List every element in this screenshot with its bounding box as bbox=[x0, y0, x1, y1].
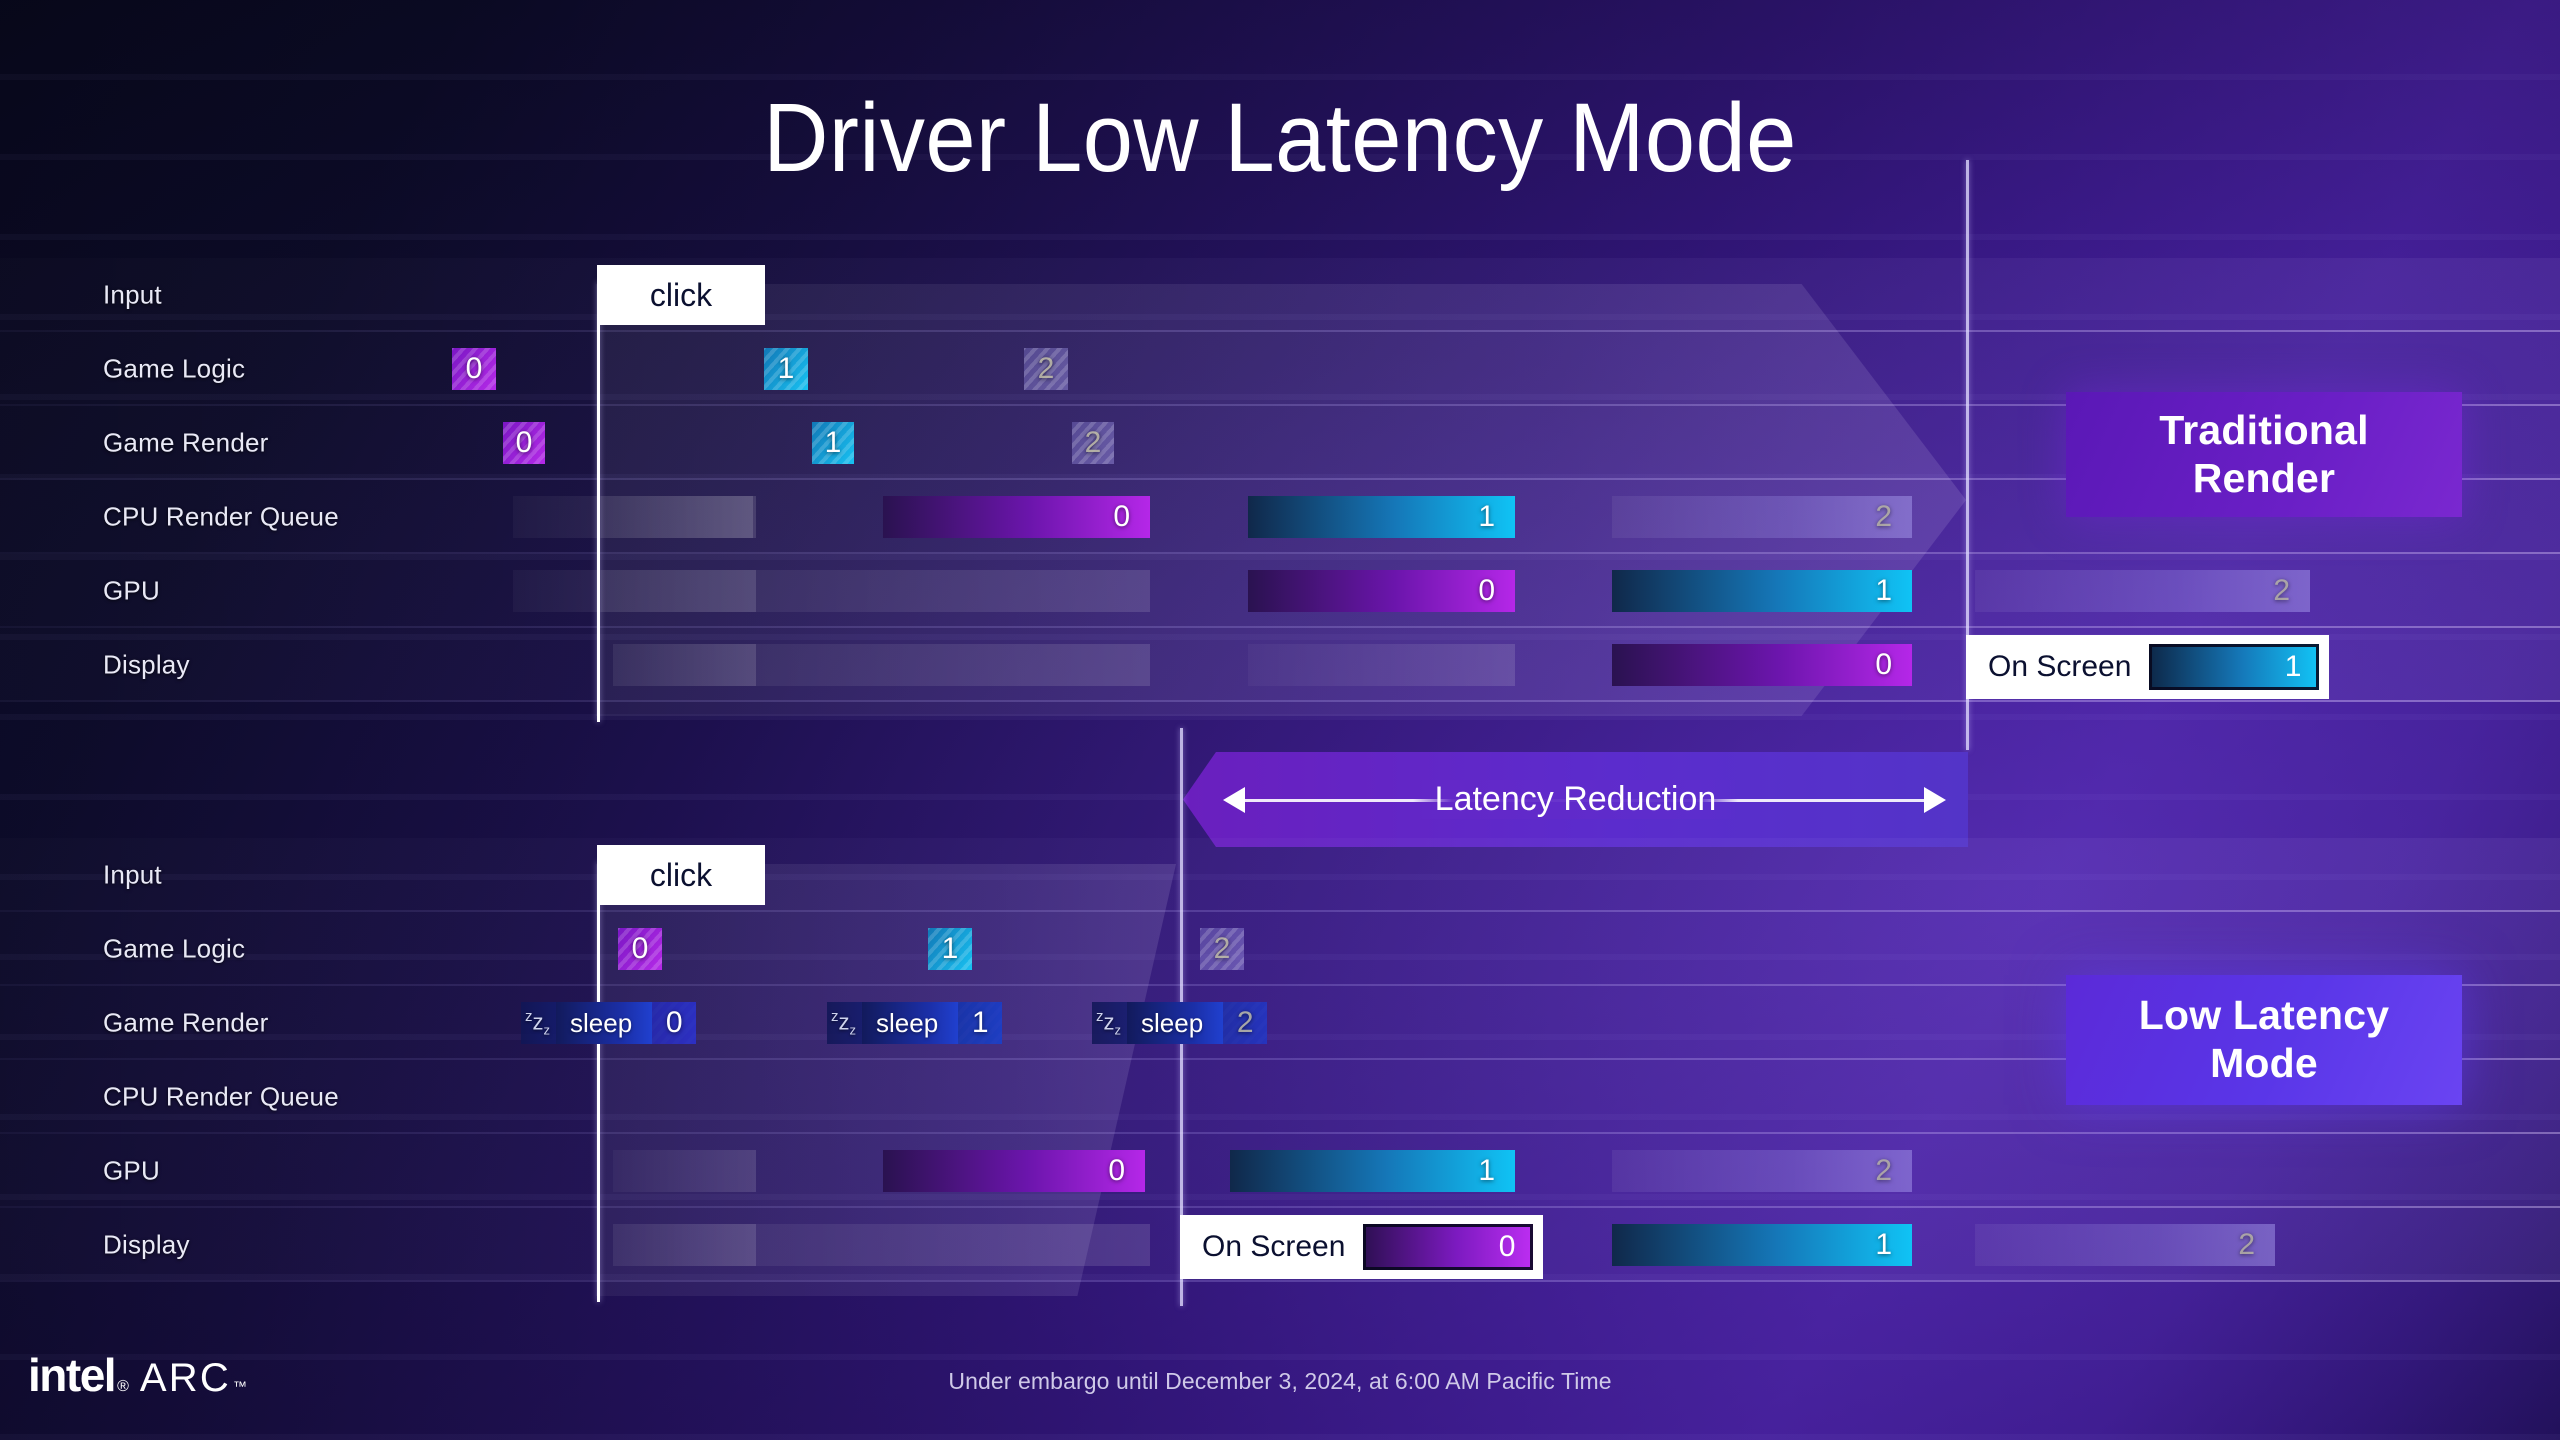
display-bar-placeholder bbox=[613, 1224, 1150, 1266]
on-screen-label: On Screen bbox=[1202, 1230, 1346, 1263]
row-divider bbox=[0, 1280, 2560, 1282]
row-label-cpu-render-queue: CPU Render Queue bbox=[103, 501, 339, 532]
sleep-pill-body: sleep bbox=[556, 1002, 653, 1044]
row-input: Input bbox=[0, 258, 2560, 332]
on-screen-bar-0: 0 bbox=[1363, 1224, 1534, 1270]
embargo-notice: Under embargo until December 3, 2024, at… bbox=[948, 1368, 1612, 1394]
row-label-cpu-render-queue: CPU Render Queue bbox=[103, 1081, 339, 1112]
row-input: Input bbox=[0, 838, 2560, 912]
row-label-input: Input bbox=[103, 859, 162, 890]
click-label: click bbox=[649, 276, 713, 313]
latency-reduction-label: Latency Reduction bbox=[1412, 780, 1739, 819]
gpu-bar-1: 1 bbox=[1612, 570, 1912, 612]
badge-low-latency-mode: Low Latency Mode bbox=[2066, 975, 2462, 1105]
badge-traditional-render: Traditional Render bbox=[2066, 392, 2462, 517]
row-label-game-render: Game Render bbox=[103, 1007, 269, 1038]
sleep-pill-body: sleep bbox=[862, 1002, 959, 1044]
latency-reduction-annotation: Latency Reduction bbox=[1183, 752, 1968, 847]
frame-block-gamelogic-0: 0 bbox=[618, 928, 662, 970]
cpu-queue-bar-1: 1 bbox=[1248, 496, 1515, 538]
gpu-bar-1: 1 bbox=[1230, 1150, 1515, 1192]
arrow-left-icon bbox=[1223, 786, 1245, 813]
sleep-label: sleep bbox=[876, 1007, 939, 1038]
arrow-right-icon bbox=[1924, 786, 1946, 813]
queued-bar-placeholder bbox=[601, 496, 753, 538]
display-bar-2: 2 bbox=[1975, 1224, 2275, 1266]
frame-block-gamelogic-2: 2 bbox=[1024, 348, 1068, 390]
on-screen-callout-low-latency: On Screen 0 bbox=[1180, 1215, 1544, 1279]
badge-traditional-line2: Render bbox=[2192, 454, 2336, 501]
on-screen-callout-traditional: On Screen 1 bbox=[1966, 635, 2330, 699]
sleep-pill-body: sleep bbox=[1127, 1002, 1224, 1044]
frame-block-gamelogic-2: 2 bbox=[1200, 928, 1244, 970]
on-screen-bar-1: 1 bbox=[2149, 644, 2320, 690]
frame-block-gamerender-2: 2 bbox=[1072, 422, 1114, 464]
frame-block-gamelogic-1: 1 bbox=[764, 348, 808, 390]
row-label-game-logic: Game Logic bbox=[103, 353, 246, 384]
badge-traditional-line1: Traditional bbox=[2159, 406, 2369, 453]
frame-block-gamerender-0: 0 bbox=[503, 422, 545, 464]
badge-low-latency-line1: Low Latency bbox=[2138, 992, 2390, 1039]
row-divider bbox=[0, 700, 2560, 702]
gpu-bar-0: 0 bbox=[1248, 570, 1515, 612]
display-bar-placeholder bbox=[1248, 644, 1515, 686]
display-bar-placeholder bbox=[613, 644, 1150, 686]
frame-block-gamerender-1: 1 bbox=[812, 422, 854, 464]
sleep-label: sleep bbox=[1141, 1007, 1204, 1038]
display-bar-1: 1 bbox=[1612, 1224, 1912, 1266]
row-label-input: Input bbox=[103, 279, 162, 310]
gpu-bar-placeholder bbox=[601, 570, 1150, 612]
page-title: Driver Low Latency Mode bbox=[763, 83, 1797, 192]
zzz-icon: zzz bbox=[831, 1008, 856, 1038]
click-event-traditional[interactable]: click bbox=[597, 265, 765, 325]
display-bar-0: 0 bbox=[1612, 644, 1912, 686]
slide-canvas: Driver Low Latency Mode Input Game Logic… bbox=[0, 0, 2560, 1440]
row-stripe bbox=[0, 258, 2560, 332]
row-stripe bbox=[0, 838, 2560, 912]
frame-block-gamelogic-1: 1 bbox=[928, 928, 972, 970]
row-label-game-logic: Game Logic bbox=[103, 933, 246, 964]
badge-low-latency-line2: Mode bbox=[2210, 1040, 2318, 1086]
sleep-pill-0: zzz sleep 0 bbox=[521, 1002, 697, 1044]
zzz-icon: zzz bbox=[525, 1008, 550, 1038]
timeline-marker-click bbox=[597, 862, 600, 1302]
row-label-gpu: GPU bbox=[103, 575, 160, 606]
on-screen-label: On Screen bbox=[1988, 650, 2132, 683]
sleep-label: sleep bbox=[570, 1007, 633, 1038]
sleep-pill-2: zzz sleep 2 bbox=[1092, 1002, 1268, 1044]
row-label-display: Display bbox=[103, 649, 190, 680]
gpu-bar-2: 2 bbox=[1612, 1150, 1912, 1192]
gpu-bar-placeholder bbox=[613, 1150, 756, 1192]
row-label-game-render: Game Render bbox=[103, 427, 269, 458]
frame-block-gamelogic-0: 0 bbox=[452, 348, 496, 390]
click-event-low-latency[interactable]: click bbox=[597, 845, 765, 905]
cpu-queue-bar-2: 2 bbox=[1612, 496, 1912, 538]
gpu-bar-2: 2 bbox=[1975, 570, 2310, 612]
zzz-icon: zzz bbox=[1096, 1008, 1121, 1038]
cpu-queue-bar-0: 0 bbox=[883, 496, 1150, 538]
sleep-pill-1: zzz sleep 1 bbox=[827, 1002, 1003, 1044]
row-label-display: Display bbox=[103, 1229, 190, 1260]
gpu-bar-0: 0 bbox=[883, 1150, 1145, 1192]
row-label-gpu: GPU bbox=[103, 1155, 160, 1186]
click-label: click bbox=[649, 856, 713, 893]
